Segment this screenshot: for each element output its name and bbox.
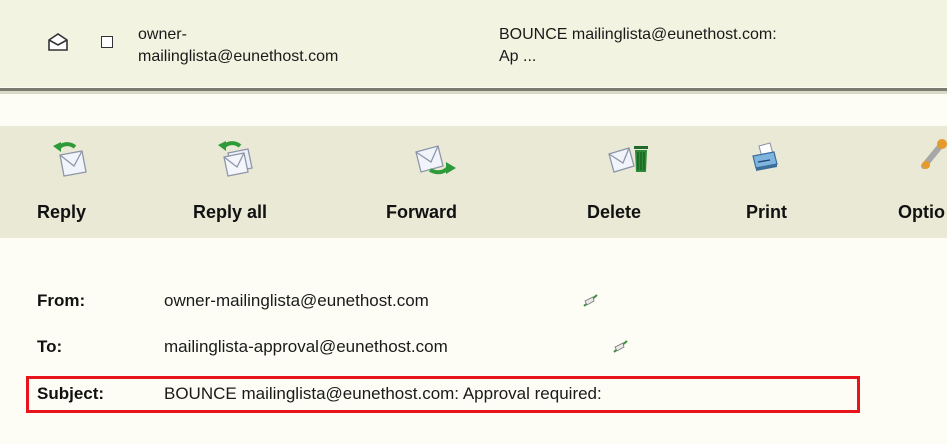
- print-label: Print: [746, 202, 788, 222]
- reply-all-icon: [214, 138, 258, 183]
- options-icon: [920, 138, 947, 183]
- select-message-checkbox[interactable]: [101, 36, 113, 48]
- to-value[interactable]: mailinglista-approval@eunethost.com: [164, 336, 448, 358]
- envelope-open-icon: [47, 32, 69, 52]
- delete-icon: [607, 138, 651, 183]
- message-toolbar: Reply Reply all Forward Delete Print Opt…: [0, 126, 947, 238]
- from-label: From:: [37, 291, 86, 310]
- message-subject[interactable]: BOUNCE mailinglista@eunethost.com: Ap ..…: [499, 24, 944, 68]
- subject-label: Subject:: [37, 384, 105, 403]
- options-label: Optio: [898, 202, 945, 222]
- message-sender-line2: mailinglista@eunethost.com: [138, 48, 339, 65]
- from-value[interactable]: owner-mailinglista@eunethost.com: [164, 290, 429, 312]
- reply-all-label: Reply all: [193, 202, 268, 222]
- message-list-row[interactable]: owner- mailinglista@eunethost.com BOUNCE…: [0, 0, 947, 87]
- print-icon: [750, 138, 780, 183]
- message-subject-line2: Ap ...: [499, 48, 537, 65]
- reply-button[interactable]: Reply: [37, 126, 127, 238]
- print-button[interactable]: Print: [746, 126, 816, 238]
- delete-label: Delete: [587, 202, 642, 222]
- delete-button[interactable]: Delete: [579, 126, 671, 238]
- spacer: [0, 94, 947, 126]
- message-subject-line1: BOUNCE mailinglista@eunethost.com:: [499, 26, 777, 43]
- forward-button[interactable]: Forward: [386, 126, 498, 238]
- add-contact-icon[interactable]: [612, 338, 630, 356]
- reply-all-button[interactable]: Reply all: [170, 126, 290, 238]
- add-contact-icon[interactable]: [582, 292, 600, 310]
- forward-icon: [412, 138, 458, 183]
- forward-label: Forward: [386, 202, 458, 222]
- options-button[interactable]: Optio: [898, 126, 947, 238]
- reply-label: Reply: [37, 202, 87, 222]
- message-sender-line1: owner-: [138, 26, 187, 43]
- reply-icon: [51, 138, 91, 183]
- subject-value: BOUNCE mailinglista@eunethost.com: Appro…: [164, 384, 602, 403]
- to-label: To:: [37, 337, 63, 356]
- message-sender[interactable]: owner- mailinglista@eunethost.com: [138, 24, 468, 68]
